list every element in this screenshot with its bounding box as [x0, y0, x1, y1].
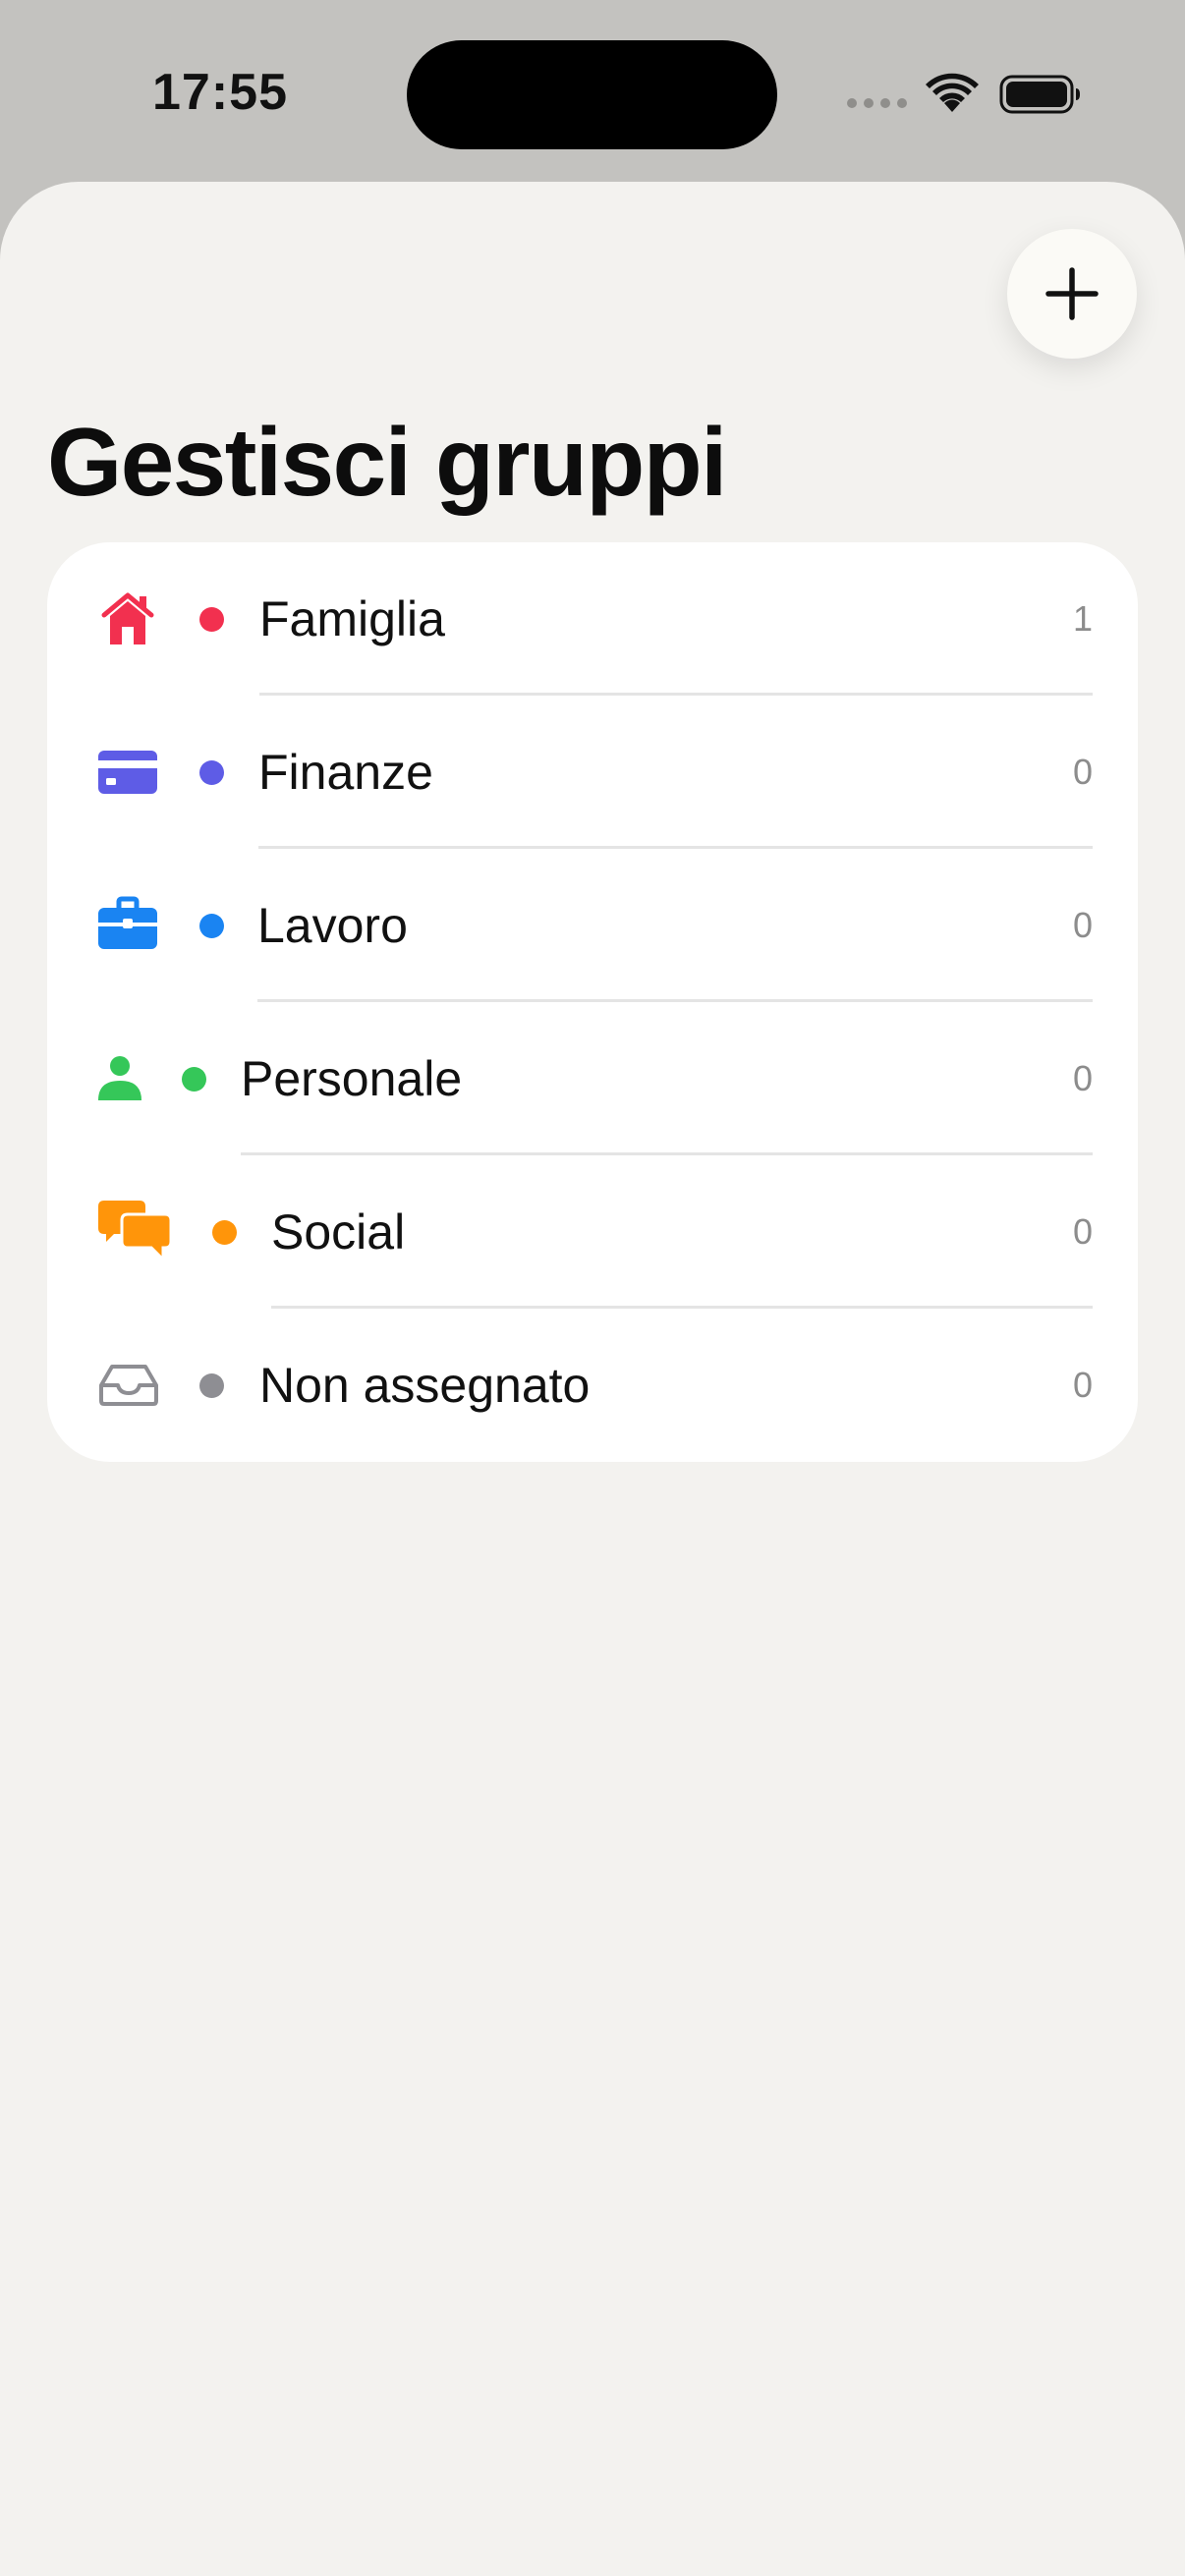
wifi-icon — [926, 73, 979, 112]
battery-icon — [999, 75, 1080, 114]
group-count: 0 — [1072, 1365, 1093, 1405]
group-count: 0 — [1072, 1058, 1093, 1098]
group-row-lavoro[interactable]: Lavoro 0 — [47, 849, 1138, 1002]
group-count: 0 — [1072, 752, 1093, 792]
group-count: 1 — [1072, 598, 1093, 639]
group-count: 0 — [1072, 1211, 1093, 1252]
status-time: 17:55 — [152, 64, 288, 121]
group-label: Non assegnato — [259, 1358, 591, 1413]
dynamic-island — [407, 40, 777, 149]
page-title: Gestisci gruppi — [47, 408, 727, 516]
group-color-dot — [199, 607, 224, 632]
cellular-signal-icon — [847, 98, 907, 108]
person-icon — [98, 1056, 141, 1100]
group-label: Social — [271, 1204, 406, 1260]
group-label: Lavoro — [257, 898, 408, 953]
inbox-tray-icon — [99, 1365, 158, 1406]
group-color-dot — [199, 760, 224, 785]
status-bar: 17:55 — [0, 0, 1185, 182]
briefcase-icon — [98, 896, 157, 949]
chat-bubbles-icon — [98, 1201, 171, 1261]
group-label: Finanze — [258, 745, 433, 800]
house-icon — [101, 592, 154, 644]
group-row-non-assegnato[interactable]: Non assegnato 0 — [47, 1309, 1138, 1462]
group-row-finanze[interactable]: Finanze 0 — [47, 696, 1138, 849]
group-color-dot — [182, 1067, 206, 1092]
add-group-button[interactable] — [1007, 229, 1137, 359]
group-row-social[interactable]: Social 0 — [47, 1155, 1138, 1309]
group-row-personale[interactable]: Personale 0 — [47, 1002, 1138, 1155]
groups-list: Famiglia 1 Finanze 0 Lavoro 0 Personale … — [47, 542, 1138, 1462]
group-label: Famiglia — [259, 591, 445, 646]
credit-card-icon — [98, 751, 157, 794]
group-row-famiglia[interactable]: Famiglia 1 — [47, 542, 1138, 696]
group-color-dot — [199, 1373, 224, 1398]
group-color-dot — [212, 1220, 237, 1245]
group-color-dot — [199, 914, 224, 938]
group-count: 0 — [1072, 905, 1093, 945]
plus-icon — [1045, 267, 1099, 320]
group-label: Personale — [241, 1051, 463, 1106]
